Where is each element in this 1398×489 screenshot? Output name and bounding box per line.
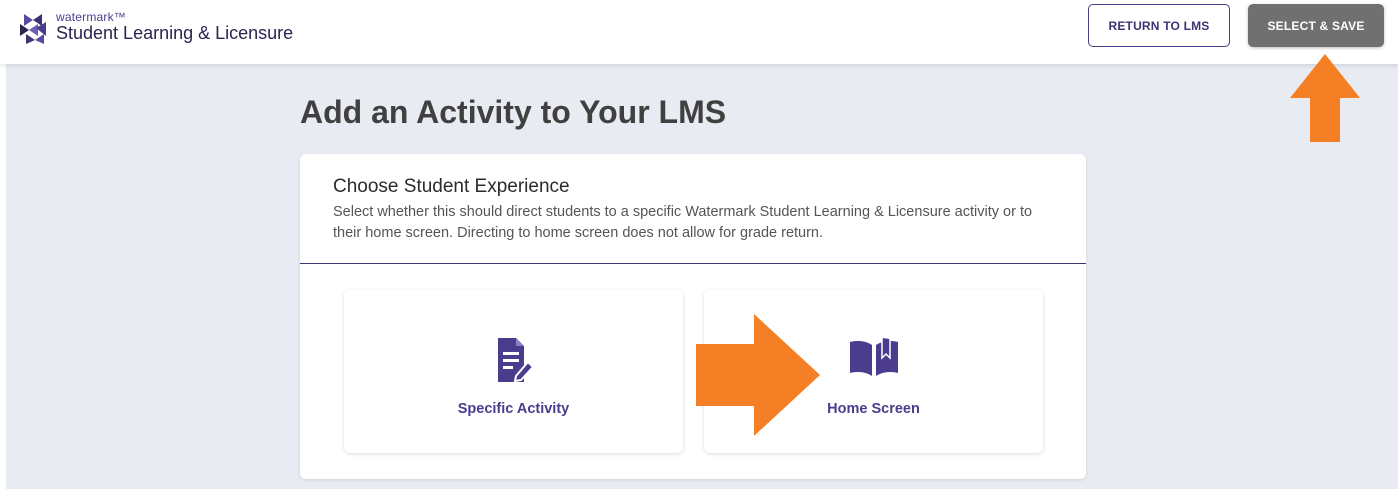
student-experience-card: Choose Student Experience Select whether… xyxy=(300,154,1086,479)
specific-activity-label: Specific Activity xyxy=(457,401,570,417)
document-edit-icon xyxy=(494,336,534,389)
watermark-logo-icon xyxy=(20,14,46,44)
top-bar: watermark™ Student Learning & Licensure … xyxy=(0,0,1398,64)
card-description: Select whether this should direct studen… xyxy=(333,204,1033,241)
watermark-logo[interactable]: watermark™ Student Learning & Licensure xyxy=(18,10,318,50)
open-book-icon xyxy=(848,336,900,385)
page-title: Add an Activity to Your LMS xyxy=(300,94,727,130)
brand-product-name: Student Learning & Licensure xyxy=(56,23,294,43)
up-arrow-annotation xyxy=(1290,54,1360,142)
right-arrow-annotation xyxy=(696,314,820,436)
select-and-save-button[interactable]: SELECT & SAVE xyxy=(1248,4,1384,47)
return-to-lms-button[interactable]: RETURN TO LMS xyxy=(1088,4,1230,47)
card-divider xyxy=(300,263,1086,264)
brand-watermark: watermark™ xyxy=(56,10,127,24)
card-heading: Choose Student Experience xyxy=(333,176,570,197)
specific-activity-option[interactable]: Specific Activity xyxy=(344,290,683,453)
